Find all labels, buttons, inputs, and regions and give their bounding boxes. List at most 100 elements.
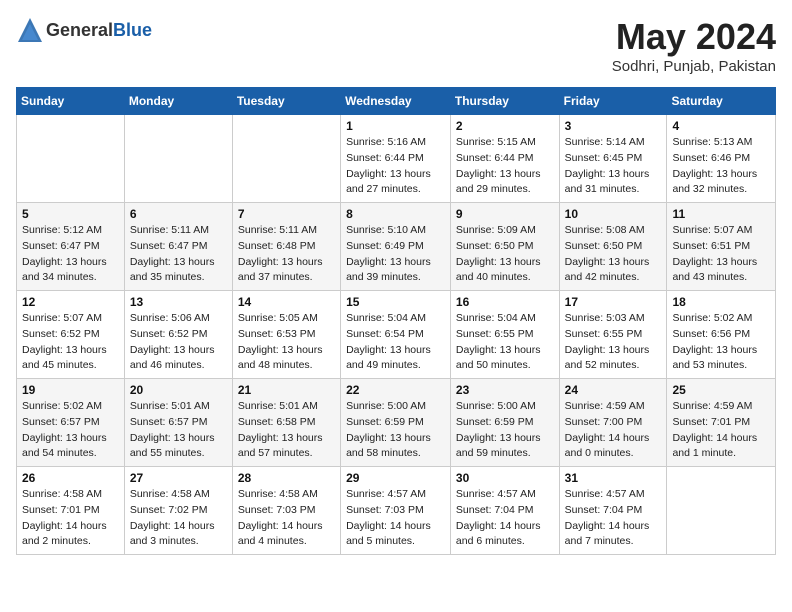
calendar-cell (17, 115, 125, 203)
day-info: Sunrise: 4:57 AMSunset: 7:04 PMDaylight:… (565, 487, 662, 550)
day-info: Sunrise: 5:01 AMSunset: 6:58 PMDaylight:… (238, 399, 335, 462)
calendar-cell: 3 Sunrise: 5:14 AMSunset: 6:45 PMDaylight… (559, 115, 667, 203)
day-info: Sunrise: 5:07 AMSunset: 6:52 PMDaylight:… (22, 311, 119, 374)
day-info: Sunrise: 4:57 AMSunset: 7:04 PMDaylight:… (456, 487, 554, 550)
page-header: GeneralBlue May 2024 Sodhri, Punjab, Pak… (16, 16, 776, 75)
day-number: 4 (672, 119, 770, 133)
day-info: Sunrise: 5:14 AMSunset: 6:45 PMDaylight:… (565, 135, 662, 198)
weekday-header-wednesday: Wednesday (341, 88, 451, 115)
day-info: Sunrise: 4:59 AMSunset: 7:01 PMDaylight:… (672, 399, 770, 462)
day-info: Sunrise: 4:58 AMSunset: 7:01 PMDaylight:… (22, 487, 119, 550)
month-year-title: May 2024 (612, 16, 776, 58)
day-info: Sunrise: 5:02 AMSunset: 6:56 PMDaylight:… (672, 311, 770, 374)
calendar-cell: 20Sunrise: 5:01 AMSunset: 6:57 PMDayligh… (124, 379, 232, 467)
calendar-week-row: 26 Sunrise: 4:58 AMSunset: 7:01 PMDayligh… (17, 467, 776, 555)
day-number: 13 (130, 295, 227, 309)
day-info: Sunrise: 5:06 AMSunset: 6:52 PMDaylight:… (130, 311, 227, 374)
weekday-header-row: SundayMondayTuesdayWednesdayThursdayFrid… (17, 88, 776, 115)
title-area: May 2024 Sodhri, Punjab, Pakistan (612, 16, 776, 75)
day-number: 19 (22, 383, 119, 397)
calendar-cell: 28 Sunrise: 4:58 AMSunset: 7:03 PMDayligh… (232, 467, 340, 555)
logo-icon (16, 16, 44, 44)
day-number: 7 (238, 207, 335, 221)
day-number: 27 (130, 471, 227, 485)
calendar-cell: 31 Sunrise: 4:57 AMSunset: 7:04 PMDayligh… (559, 467, 667, 555)
calendar-week-row: 1Sunrise: 5:16 AMSunset: 6:44 PMDaylight… (17, 115, 776, 203)
weekday-header-thursday: Thursday (450, 88, 559, 115)
weekday-header-friday: Friday (559, 88, 667, 115)
day-info: Sunrise: 5:04 AMSunset: 6:55 PMDaylight:… (456, 311, 554, 374)
calendar-cell: 2Sunrise: 5:15 AMSunset: 6:44 PMDaylight… (450, 115, 559, 203)
day-info: Sunrise: 5:00 AMSunset: 6:59 PMDaylight:… (346, 399, 445, 462)
weekday-header-saturday: Saturday (667, 88, 776, 115)
day-number: 5 (22, 207, 119, 221)
calendar-cell: 18 Sunrise: 5:02 AMSunset: 6:56 PMDayligh… (667, 291, 776, 379)
calendar-cell: 21Sunrise: 5:01 AMSunset: 6:58 PMDayligh… (232, 379, 340, 467)
calendar-cell: 12 Sunrise: 5:07 AMSunset: 6:52 PMDayligh… (17, 291, 125, 379)
day-number: 24 (565, 383, 662, 397)
day-number: 23 (456, 383, 554, 397)
day-number: 18 (672, 295, 770, 309)
calendar-cell: 13 Sunrise: 5:06 AMSunset: 6:52 PMDayligh… (124, 291, 232, 379)
calendar-cell: 25 Sunrise: 4:59 AMSunset: 7:01 PMDayligh… (667, 379, 776, 467)
day-number: 12 (22, 295, 119, 309)
day-info: Sunrise: 5:13 AMSunset: 6:46 PMDaylight:… (672, 135, 770, 198)
day-info: Sunrise: 5:10 AMSunset: 6:49 PMDaylight:… (346, 223, 445, 286)
day-number: 26 (22, 471, 119, 485)
day-number: 9 (456, 207, 554, 221)
day-info: Sunrise: 5:00 AMSunset: 6:59 PMDaylight:… (456, 399, 554, 462)
calendar-cell: 14Sunrise: 5:05 AMSunset: 6:53 PMDayligh… (232, 291, 340, 379)
day-number: 14 (238, 295, 335, 309)
calendar-cell: 26 Sunrise: 4:58 AMSunset: 7:01 PMDayligh… (17, 467, 125, 555)
day-info: Sunrise: 5:11 AMSunset: 6:48 PMDaylight:… (238, 223, 335, 286)
day-info: Sunrise: 5:12 AMSunset: 6:47 PMDaylight:… (22, 223, 119, 286)
weekday-header-tuesday: Tuesday (232, 88, 340, 115)
calendar-cell: 9 Sunrise: 5:09 AMSunset: 6:50 PMDaylight… (450, 203, 559, 291)
day-number: 29 (346, 471, 445, 485)
logo-blue: Blue (113, 20, 152, 40)
calendar-cell: 17Sunrise: 5:03 AMSunset: 6:55 PMDayligh… (559, 291, 667, 379)
day-info: Sunrise: 4:59 AMSunset: 7:00 PMDaylight:… (565, 399, 662, 462)
day-number: 6 (130, 207, 227, 221)
calendar-cell: 4 Sunrise: 5:13 AMSunset: 6:46 PMDaylight… (667, 115, 776, 203)
day-number: 8 (346, 207, 445, 221)
day-number: 11 (672, 207, 770, 221)
calendar-cell: 30Sunrise: 4:57 AMSunset: 7:04 PMDayligh… (450, 467, 559, 555)
day-info: Sunrise: 5:03 AMSunset: 6:55 PMDaylight:… (565, 311, 662, 374)
logo: GeneralBlue (16, 16, 152, 44)
calendar-week-row: 12 Sunrise: 5:07 AMSunset: 6:52 PMDayligh… (17, 291, 776, 379)
calendar-cell: 10Sunrise: 5:08 AMSunset: 6:50 PMDayligh… (559, 203, 667, 291)
logo-general: General (46, 20, 113, 40)
day-number: 16 (456, 295, 554, 309)
calendar-week-row: 5 Sunrise: 5:12 AMSunset: 6:47 PMDaylight… (17, 203, 776, 291)
location-subtitle: Sodhri, Punjab, Pakistan (612, 58, 776, 75)
day-number: 31 (565, 471, 662, 485)
day-number: 15 (346, 295, 445, 309)
day-info: Sunrise: 5:04 AMSunset: 6:54 PMDaylight:… (346, 311, 445, 374)
calendar-cell (667, 467, 776, 555)
calendar-cell: 6 Sunrise: 5:11 AMSunset: 6:47 PMDaylight… (124, 203, 232, 291)
calendar-cell: 24 Sunrise: 4:59 AMSunset: 7:00 PMDayligh… (559, 379, 667, 467)
day-info: Sunrise: 5:09 AMSunset: 6:50 PMDaylight:… (456, 223, 554, 286)
calendar-cell: 1Sunrise: 5:16 AMSunset: 6:44 PMDaylight… (341, 115, 451, 203)
day-number: 3 (565, 119, 662, 133)
day-info: Sunrise: 4:58 AMSunset: 7:02 PMDaylight:… (130, 487, 227, 550)
calendar-cell (232, 115, 340, 203)
calendar-cell (124, 115, 232, 203)
day-info: Sunrise: 4:57 AMSunset: 7:03 PMDaylight:… (346, 487, 445, 550)
day-info: Sunrise: 5:16 AMSunset: 6:44 PMDaylight:… (346, 135, 445, 198)
calendar-cell: 16 Sunrise: 5:04 AMSunset: 6:55 PMDayligh… (450, 291, 559, 379)
day-number: 22 (346, 383, 445, 397)
day-info: Sunrise: 5:02 AMSunset: 6:57 PMDaylight:… (22, 399, 119, 462)
day-info: Sunrise: 4:58 AMSunset: 7:03 PMDaylight:… (238, 487, 335, 550)
day-info: Sunrise: 5:07 AMSunset: 6:51 PMDaylight:… (672, 223, 770, 286)
day-number: 28 (238, 471, 335, 485)
day-info: Sunrise: 5:11 AMSunset: 6:47 PMDaylight:… (130, 223, 227, 286)
day-number: 2 (456, 119, 554, 133)
calendar-cell: 22 Sunrise: 5:00 AMSunset: 6:59 PMDayligh… (341, 379, 451, 467)
calendar-cell: 11 Sunrise: 5:07 AMSunset: 6:51 PMDayligh… (667, 203, 776, 291)
day-number: 25 (672, 383, 770, 397)
calendar-cell: 23 Sunrise: 5:00 AMSunset: 6:59 PMDayligh… (450, 379, 559, 467)
calendar-cell: 8 Sunrise: 5:10 AMSunset: 6:49 PMDaylight… (341, 203, 451, 291)
day-number: 20 (130, 383, 227, 397)
